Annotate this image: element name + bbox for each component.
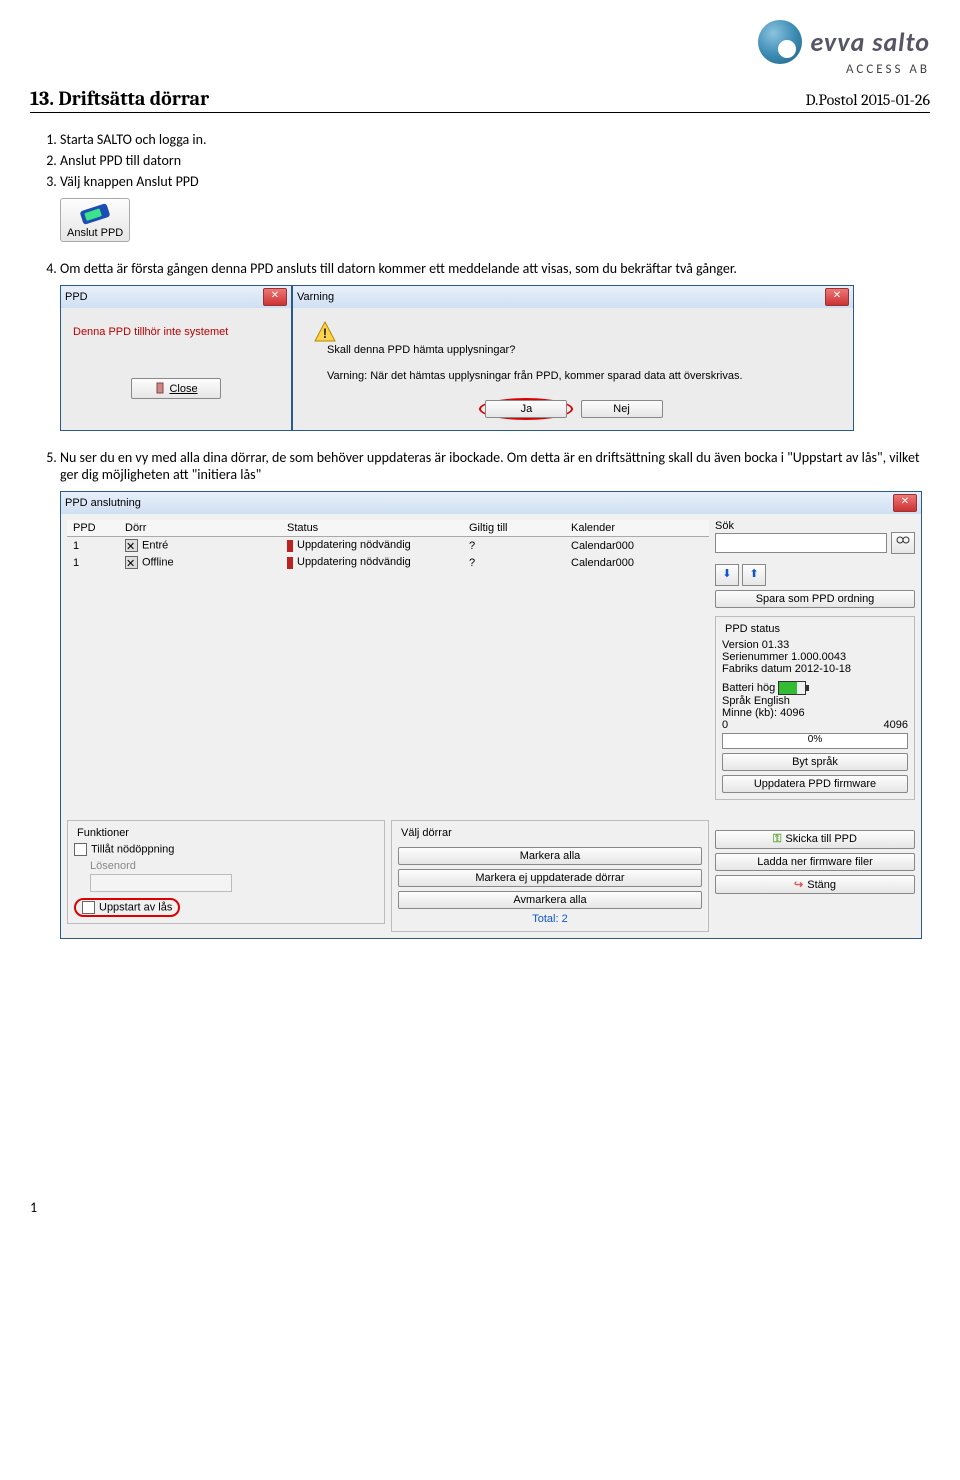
ppd-anslutning-window: PPD anslutning ✕ PPD Dörr Status Giltig … (60, 491, 922, 939)
save-order-button[interactable]: Spara som PPD ordning (715, 590, 915, 608)
anslut-ppd-button[interactable]: Anslut PPD (60, 198, 130, 242)
warning-dialog: Varning ✕ ! Skall denna PPD hämta upplys… (292, 285, 854, 431)
table-row[interactable]: 1 ✕Entré Uppdatering nödvändig ? Calenda… (67, 537, 709, 555)
select-all-button[interactable]: Markera alla (398, 847, 702, 865)
ppd-status-group: PPD status Version 01.33 Serienummer 1.0… (715, 616, 915, 800)
main-window-title: PPD anslutning (65, 497, 141, 509)
logo-icon (758, 20, 802, 64)
ppd-device-icon (75, 203, 115, 225)
step-2: Anslut PPD till datorn (60, 152, 930, 169)
warning-line1: Skall denna PPD hämta upplysningar? (327, 344, 807, 356)
table-row[interactable]: 1 ✕Offline Uppdatering nödvändig ? Calen… (67, 554, 709, 571)
warning-dialog-title: Varning (297, 291, 334, 303)
deselect-all-button[interactable]: Avmarkera alla (398, 891, 702, 909)
warning-line2: Varning: När det hämtas upplysningar frå… (327, 370, 807, 382)
memory-progress: 0% (722, 733, 908, 749)
step-4: Om detta är första gången denna PPD ansl… (60, 260, 930, 277)
close-icon[interactable]: ✕ (893, 494, 917, 512)
total-label: Total: 2 (398, 913, 702, 925)
svg-text:!: ! (323, 325, 328, 341)
col-kalender[interactable]: Kalender (565, 520, 709, 537)
exit-icon: ↪ (794, 879, 803, 891)
flag-icon (287, 540, 293, 552)
step-3: Välj knappen Anslut PPD (60, 173, 930, 190)
col-ppd[interactable]: PPD (67, 520, 119, 537)
close-button[interactable]: ↪Stäng (715, 875, 915, 894)
functions-group: Funktioner Tillåt nödöppning Lösenord Up… (67, 820, 385, 924)
page-date: D.Postol 2015-01-26 (805, 91, 930, 109)
col-status[interactable]: Status (281, 520, 463, 537)
warning-icon: ! (313, 320, 337, 344)
select-not-updated-button[interactable]: Markera ej uppdaterade dörrar (398, 869, 702, 887)
step-5: Nu ser du en vy med alla dina dörrar, de… (60, 449, 930, 483)
brand-logo: evva salto ACCESS AB (758, 20, 930, 77)
col-giltig[interactable]: Giltig till (463, 520, 565, 537)
ppd-dialog-message: Denna PPD tillhör inte systemet (73, 326, 279, 338)
logo-subtext: ACCESS AB (758, 62, 930, 77)
key-icon: ⚿ (773, 833, 781, 845)
password-input (90, 874, 232, 892)
page-number: 1 (30, 1199, 930, 1216)
search-input[interactable] (715, 533, 887, 553)
download-firmware-button[interactable]: Ladda ner firmware filer (715, 853, 915, 871)
close-icon[interactable]: ✕ (263, 288, 287, 306)
col-dorr[interactable]: Dörr (119, 520, 281, 537)
battery-icon (778, 681, 806, 695)
page-title: 13. Driftsätta dörrar (30, 87, 209, 110)
startup-lock-checkbox[interactable] (82, 901, 95, 914)
send-to-ppd-button[interactable]: ⚿Skicka till PPD (715, 830, 915, 849)
ppd-dialog: PPD ✕ Denna PPD tillhör inte systemet Cl… (60, 285, 292, 431)
binocular-icon[interactable] (891, 532, 915, 554)
flag-icon (287, 557, 293, 569)
update-firmware-button[interactable]: Uppdatera PPD firmware (722, 775, 908, 793)
move-down-button[interactable]: ⬇ (715, 564, 739, 586)
steps-list: Starta SALTO och logga in. Anslut PPD ti… (60, 131, 930, 190)
close-button[interactable]: Close (131, 378, 221, 399)
search-label: Sök (715, 520, 915, 532)
steps-list-5: Nu ser du en vy med alla dina dörrar, de… (60, 449, 930, 483)
steps-list-4: Om detta är första gången denna PPD ansl… (60, 260, 930, 277)
logo-text: evva salto (810, 26, 930, 58)
change-language-button[interactable]: Byt språk (722, 753, 908, 771)
close-icon[interactable]: ✕ (825, 288, 849, 306)
password-label: Lösenord (90, 860, 378, 872)
checkbox-icon[interactable]: ✕ (125, 539, 138, 552)
yes-button[interactable]: Ja (485, 400, 567, 418)
move-up-button[interactable]: ⬆ (742, 564, 766, 586)
doors-table: PPD Dörr Status Giltig till Kalender 1 ✕… (67, 520, 709, 571)
ppd-dialog-title: PPD (65, 291, 88, 303)
step-1: Starta SALTO och logga in. (60, 131, 930, 148)
anslut-ppd-label: Anslut PPD (67, 227, 123, 239)
checkbox-icon[interactable]: ✕ (125, 556, 138, 569)
no-button[interactable]: Nej (581, 400, 663, 418)
emergency-open-checkbox[interactable] (74, 843, 87, 856)
select-doors-group: Välj dörrar Markera alla Markera ej uppd… (391, 820, 709, 932)
